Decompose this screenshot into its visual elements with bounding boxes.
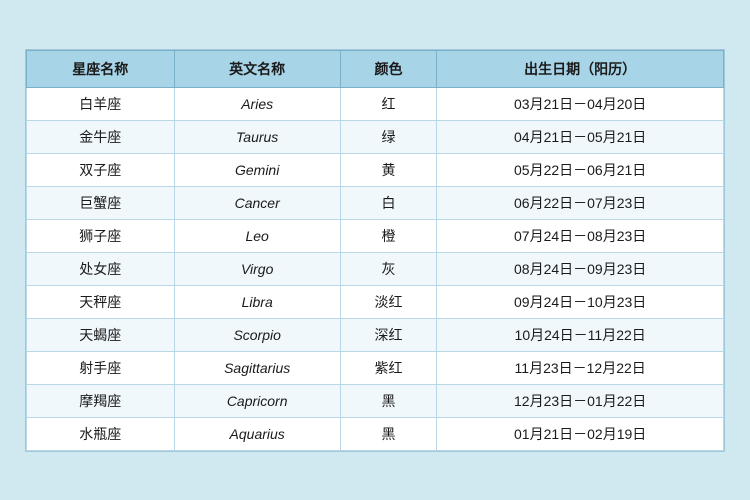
cell-r7-c1: Scorpio [174, 318, 340, 351]
cell-r6-c3: 09月24日－10月23日 [437, 285, 724, 318]
cell-r8-c0: 射手座 [27, 351, 175, 384]
cell-r9-c1: Capricorn [174, 384, 340, 417]
cell-r9-c3: 12月23日－01月22日 [437, 384, 724, 417]
header-col-2: 颜色 [340, 50, 437, 87]
cell-r9-c2: 黑 [340, 384, 437, 417]
cell-r0-c1: Aries [174, 87, 340, 120]
cell-r5-c3: 08月24日－09月23日 [437, 252, 724, 285]
table-row: 金牛座Taurus绿04月21日－05月21日 [27, 120, 724, 153]
cell-r3-c2: 白 [340, 186, 437, 219]
cell-r5-c0: 处女座 [27, 252, 175, 285]
cell-r5-c1: Virgo [174, 252, 340, 285]
table-row: 射手座Sagittarius紫红11月23日－12月22日 [27, 351, 724, 384]
cell-r6-c1: Libra [174, 285, 340, 318]
cell-r2-c0: 双子座 [27, 153, 175, 186]
cell-r10-c2: 黑 [340, 417, 437, 450]
table-row: 摩羯座Capricorn黑12月23日－01月22日 [27, 384, 724, 417]
cell-r8-c3: 11月23日－12月22日 [437, 351, 724, 384]
table-row: 天蝎座Scorpio深红10月24日－11月22日 [27, 318, 724, 351]
cell-r10-c1: Aquarius [174, 417, 340, 450]
table-row: 狮子座Leo橙07月24日－08月23日 [27, 219, 724, 252]
cell-r5-c2: 灰 [340, 252, 437, 285]
cell-r3-c0: 巨蟹座 [27, 186, 175, 219]
cell-r7-c3: 10月24日－11月22日 [437, 318, 724, 351]
cell-r6-c2: 淡红 [340, 285, 437, 318]
cell-r7-c2: 深红 [340, 318, 437, 351]
cell-r9-c0: 摩羯座 [27, 384, 175, 417]
cell-r10-c3: 01月21日－02月19日 [437, 417, 724, 450]
cell-r0-c3: 03月21日－04月20日 [437, 87, 724, 120]
table-header-row: 星座名称英文名称颜色出生日期（阳历） [27, 50, 724, 87]
cell-r4-c1: Leo [174, 219, 340, 252]
cell-r8-c2: 紫红 [340, 351, 437, 384]
cell-r0-c0: 白羊座 [27, 87, 175, 120]
cell-r1-c2: 绿 [340, 120, 437, 153]
cell-r6-c0: 天秤座 [27, 285, 175, 318]
table-row: 白羊座Aries红03月21日－04月20日 [27, 87, 724, 120]
cell-r3-c3: 06月22日－07月23日 [437, 186, 724, 219]
cell-r10-c0: 水瓶座 [27, 417, 175, 450]
cell-r4-c2: 橙 [340, 219, 437, 252]
table-row: 巨蟹座Cancer白06月22日－07月23日 [27, 186, 724, 219]
table-row: 水瓶座Aquarius黑01月21日－02月19日 [27, 417, 724, 450]
table-body: 白羊座Aries红03月21日－04月20日金牛座Taurus绿04月21日－0… [27, 87, 724, 450]
cell-r1-c0: 金牛座 [27, 120, 175, 153]
cell-r3-c1: Cancer [174, 186, 340, 219]
cell-r2-c1: Gemini [174, 153, 340, 186]
cell-r2-c3: 05月22日－06月21日 [437, 153, 724, 186]
cell-r1-c1: Taurus [174, 120, 340, 153]
cell-r1-c3: 04月21日－05月21日 [437, 120, 724, 153]
cell-r4-c0: 狮子座 [27, 219, 175, 252]
cell-r0-c2: 红 [340, 87, 437, 120]
table-row: 天秤座Libra淡红09月24日－10月23日 [27, 285, 724, 318]
cell-r2-c2: 黄 [340, 153, 437, 186]
header-col-0: 星座名称 [27, 50, 175, 87]
cell-r7-c0: 天蝎座 [27, 318, 175, 351]
header-col-3: 出生日期（阳历） [437, 50, 724, 87]
zodiac-table: 星座名称英文名称颜色出生日期（阳历） 白羊座Aries红03月21日－04月20… [26, 50, 724, 451]
table-row: 双子座Gemini黄05月22日－06月21日 [27, 153, 724, 186]
cell-r8-c1: Sagittarius [174, 351, 340, 384]
cell-r4-c3: 07月24日－08月23日 [437, 219, 724, 252]
zodiac-table-wrapper: 星座名称英文名称颜色出生日期（阳历） 白羊座Aries红03月21日－04月20… [25, 49, 725, 452]
header-col-1: 英文名称 [174, 50, 340, 87]
table-row: 处女座Virgo灰08月24日－09月23日 [27, 252, 724, 285]
